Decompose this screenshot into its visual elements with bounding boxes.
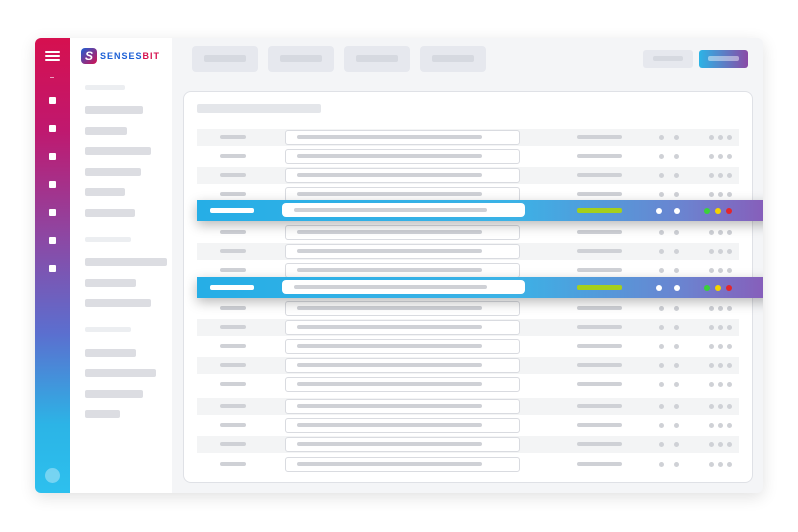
- sidebar-item[interactable]: [85, 188, 125, 196]
- table-row-selected[interactable]: [197, 200, 763, 221]
- table-row[interactable]: [197, 243, 739, 260]
- table-row[interactable]: [197, 129, 739, 146]
- nav-rail-item-icon[interactable]: [49, 209, 56, 216]
- app-logo[interactable]: S SENSESBIT: [81, 47, 160, 65]
- panel-title: [197, 104, 321, 113]
- status-yellow-icon: [715, 208, 721, 214]
- sidebar-item[interactable]: [85, 299, 151, 307]
- sidebar: S SENSESBIT: [70, 38, 172, 493]
- sidebar-item[interactable]: [85, 258, 167, 266]
- table-row-selected[interactable]: [197, 277, 763, 298]
- table-row[interactable]: [197, 456, 739, 473]
- table-row[interactable]: [197, 436, 739, 453]
- toolbar-tab[interactable]: [420, 46, 486, 72]
- sidebar-item[interactable]: [85, 168, 141, 176]
- sidebar-item[interactable]: [85, 127, 127, 135]
- sidebar-item[interactable]: [85, 106, 143, 114]
- status-green-icon: [704, 208, 710, 214]
- toolbar-tab[interactable]: [192, 46, 258, 72]
- nav-rail-item-icon[interactable]: [49, 153, 56, 160]
- table-row[interactable]: [197, 376, 739, 393]
- sidebar-item[interactable]: [85, 209, 135, 217]
- sidebar-section-header: [85, 85, 125, 90]
- sidebar-section-header: [85, 237, 131, 242]
- status-green-icon: [704, 285, 710, 291]
- app-window: S SENSESBIT: [35, 38, 763, 493]
- table-row[interactable]: [197, 398, 739, 415]
- table-row[interactable]: [197, 148, 739, 165]
- hamburger-icon[interactable]: [45, 51, 60, 61]
- table-row[interactable]: [197, 338, 739, 355]
- nav-rail-item-icon[interactable]: [49, 181, 56, 188]
- table-row[interactable]: [197, 357, 739, 374]
- table-row[interactable]: [197, 319, 739, 336]
- nav-rail: [35, 38, 70, 493]
- toolbar-tab[interactable]: [268, 46, 334, 72]
- primary-button[interactable]: [699, 50, 748, 68]
- sidebar-item[interactable]: [85, 369, 156, 377]
- sidebar-item[interactable]: [85, 410, 120, 418]
- table-row[interactable]: [197, 167, 739, 184]
- table-row[interactable]: [197, 224, 739, 241]
- sidebar-item[interactable]: [85, 349, 136, 357]
- nav-rail-item-icon[interactable]: [49, 237, 56, 244]
- progress-bar: [577, 208, 622, 213]
- nav-rail-item-icon[interactable]: [49, 97, 56, 104]
- logo-wordmark: SENSESBIT: [100, 51, 161, 61]
- sidebar-item[interactable]: [85, 390, 143, 398]
- progress-bar: [577, 285, 622, 290]
- toolbar-tab[interactable]: [344, 46, 410, 72]
- status-red-icon: [726, 285, 732, 291]
- sidebar-section-header: [85, 327, 131, 332]
- table-row[interactable]: [197, 417, 739, 434]
- rail-divider: [50, 77, 54, 78]
- nav-rail-item-icon[interactable]: [49, 125, 56, 132]
- sidebar-item[interactable]: [85, 147, 151, 155]
- secondary-button[interactable]: [643, 50, 693, 68]
- sidebar-item[interactable]: [85, 279, 136, 287]
- status-red-icon: [726, 208, 732, 214]
- logo-mark-icon: S: [81, 48, 97, 64]
- table-row[interactable]: [197, 300, 739, 317]
- avatar-icon[interactable]: [45, 468, 60, 483]
- status-yellow-icon: [715, 285, 721, 291]
- nav-rail-item-icon[interactable]: [49, 265, 56, 272]
